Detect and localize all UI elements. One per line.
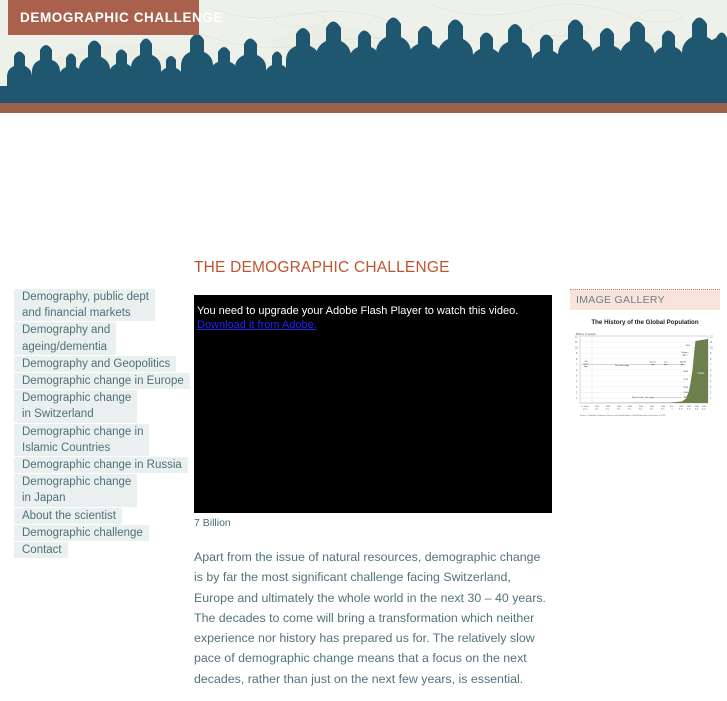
svg-text:B.C.: B.C. xyxy=(617,408,621,410)
svg-text:New Stone Age: New Stone Age xyxy=(615,364,630,367)
nav-line: and financial markets xyxy=(22,307,131,320)
sidebar-item-change-islamic-countries[interactable]: Demographic change in Islamic Countries xyxy=(14,423,150,457)
nav-line: Demography, public dept xyxy=(22,291,149,303)
nav-line: ageing/dementia xyxy=(22,340,108,353)
svg-text:A.D.: A.D. xyxy=(702,407,706,410)
sidebar-item-demography-geopolitics[interactable]: Demography and Geopolitics xyxy=(14,355,177,373)
sidebar-item-demographic-challenge[interactable]: Demographic challenge xyxy=(14,524,149,542)
chart-source-note: Source: Population Reference Bureau and … xyxy=(580,414,666,417)
svg-text:B.C.: B.C. xyxy=(639,408,643,410)
svg-text:A.D.: A.D. xyxy=(679,407,683,410)
nav-line: Demography and Geopolitics xyxy=(22,357,171,370)
svg-text:Billions of people: Billions of people xyxy=(576,332,596,336)
svg-text:Ages: Ages xyxy=(683,354,688,357)
video-caption: 7 Billion xyxy=(194,517,231,529)
site-header: DEMOGRAPHIC CHALLENGE xyxy=(0,0,727,113)
svg-text:Black Death—the plague: Black Death—the plague xyxy=(632,396,656,399)
site-title-box: DEMOGRAPHIC CHALLENGE xyxy=(8,0,223,35)
sidebar-item-about-the-scientist[interactable]: About the scientist xyxy=(14,507,122,524)
sidebar-item-contact[interactable]: Contact xyxy=(14,542,68,559)
nav-line: in Japan xyxy=(22,492,66,505)
flash-download-link[interactable]: Download it from Adobe. xyxy=(197,318,547,332)
nav-line: Demographic change xyxy=(22,392,132,405)
nav-line: Demography and xyxy=(22,324,111,337)
main-content: THE DEMOGRAPHIC CHALLENGE You need to up… xyxy=(194,258,552,701)
nav-line: Demographic change in xyxy=(22,425,144,438)
svg-text:A.D.: A.D. xyxy=(687,407,691,410)
nav-line: Demographic change in Russia xyxy=(22,459,182,472)
nav-line: in Switzerland xyxy=(22,408,94,421)
nav-line: Islamic Countries xyxy=(22,441,111,454)
chart-title: The History of the Global Population xyxy=(591,319,699,326)
gallery-heading: IMAGE GALLERY xyxy=(570,289,720,310)
svg-text:B.C.: B.C. xyxy=(661,408,665,410)
main-navigation: Demography, public dept and financial ma… xyxy=(14,289,190,559)
svg-text:Ages: Ages xyxy=(681,363,686,366)
svg-text:Future: Future xyxy=(698,372,705,375)
site-title: DEMOGRAPHIC CHALLENGE xyxy=(20,10,224,25)
svg-text:years: years xyxy=(583,407,588,410)
nav-line: Demographic change in Europe xyxy=(22,375,184,388)
svg-text:B.C.: B.C. xyxy=(650,408,654,410)
sidebar-item-change-switzerland[interactable]: Demographic change in Switzerland xyxy=(14,390,138,423)
global-population-chart: Billions of people 121110 987 654 321 12… xyxy=(570,328,720,421)
svg-text:B.C.: B.C. xyxy=(595,408,599,410)
video-player[interactable]: You need to upgrade your Adobe Flash Pla… xyxy=(194,295,552,513)
page-title: THE DEMOGRAPHIC CHALLENGE xyxy=(194,259,450,276)
nav-line: About the scientist xyxy=(22,509,116,522)
sidebar-item-change-russia[interactable]: Demographic change in Russia xyxy=(14,457,188,474)
svg-text:B.C.: B.C. xyxy=(628,408,632,410)
image-gallery-panel: IMAGE GALLERY The History of the Global … xyxy=(570,289,720,421)
body-paragraph: Apart from the issue of natural resource… xyxy=(194,550,546,686)
svg-text:B.C.: B.C. xyxy=(606,408,610,410)
svg-text:1: 1 xyxy=(671,408,672,410)
flash-upgrade-message: You need to upgrade your Adobe Flash Pla… xyxy=(197,304,547,332)
sidebar-item-change-europe[interactable]: Demographic change in Europe xyxy=(14,373,190,390)
sidebar-item-change-japan[interactable]: Demographic change in Japan xyxy=(14,474,138,507)
nav-line: Contact xyxy=(22,544,62,557)
svg-text:A.D.: A.D. xyxy=(695,407,699,410)
gallery-thumbnail[interactable]: The History of the Global Population Bil… xyxy=(570,319,720,421)
sidebar-item-demography-ageing[interactable]: Demography and ageing/dementia xyxy=(14,322,117,355)
nav-line: Demographic change xyxy=(22,476,132,489)
nav-line: Demographic challenge xyxy=(22,526,143,539)
sidebar-item-demography-public-dept[interactable]: Demography, public dept and financial ma… xyxy=(14,289,155,322)
flash-upgrade-text: You need to upgrade your Adobe Flash Pla… xyxy=(197,305,519,317)
